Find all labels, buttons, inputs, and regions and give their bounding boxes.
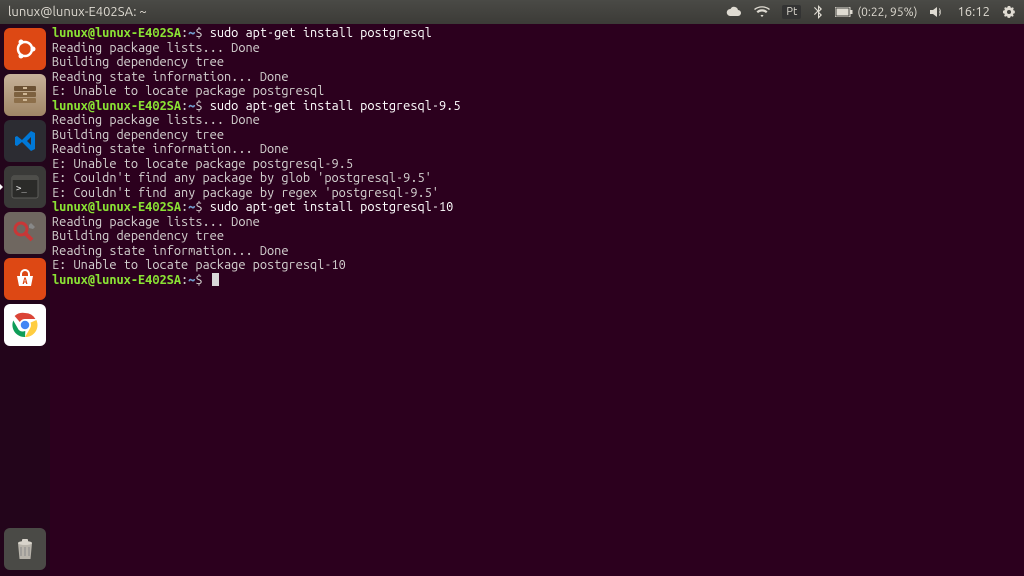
system-gear-icon[interactable] [1002,5,1016,19]
keyboard-layout-indicator[interactable]: Pt [782,5,801,19]
prompt-user: lunux@lunux-E402SA [52,200,181,214]
launcher-vscode[interactable] [4,120,46,162]
cloud-icon[interactable] [726,5,742,19]
terminal-output-line: Building dependency tree [52,128,1022,143]
terminal-output-line: Reading package lists... Done [52,113,1022,128]
terminal-output-line: Reading package lists... Done [52,41,1022,56]
unity-launcher: >_ A [0,24,50,576]
terminal-output-line: E: Unable to locate package postgresql [52,84,1022,99]
prompt-user: lunux@lunux-E402SA [52,273,181,287]
battery-indicator[interactable]: (0:22, 95%) [835,6,917,19]
top-menu-bar: lunux@lunux-E402SA: ~ Pt (0:22, 95%) 16:… [0,0,1024,24]
terminal-line: lunux@lunux-E402SA:~$ sudo apt-get insta… [52,99,1022,114]
launcher-settings[interactable] [4,212,46,254]
terminal-output-line: Reading state information... Done [52,244,1022,259]
bluetooth-icon[interactable] [813,5,823,19]
battery-text: (0:22, 95%) [857,6,917,19]
terminal-line: lunux@lunux-E402SA:~$ sudo apt-get insta… [52,26,1022,41]
launcher-chrome[interactable] [4,304,46,346]
terminal-output-line: Reading package lists... Done [52,215,1022,230]
terminal-output-line: Reading state information... Done [52,70,1022,85]
launcher-ubuntu-dash[interactable] [4,28,46,70]
window-title: lunux@lunux-E402SA: ~ [8,5,147,19]
terminal-output-line: E: Couldn't find any package by regex 'p… [52,186,1022,201]
command-text: sudo apt-get install postgresql [210,26,432,40]
terminal-output-line: E: Unable to locate package postgresql-9… [52,157,1022,172]
volume-icon[interactable] [929,5,945,19]
svg-text:>_: >_ [16,184,27,194]
terminal-output-line: Reading state information... Done [52,142,1022,157]
terminal-output-line: Building dependency tree [52,55,1022,70]
prompt-user: lunux@lunux-E402SA [52,26,181,40]
svg-text:A: A [22,276,27,286]
wifi-icon[interactable] [754,5,770,19]
launcher-trash[interactable] [4,528,46,570]
terminal-line: lunux@lunux-E402SA:~$ sudo apt-get insta… [52,200,1022,215]
launcher-files[interactable] [4,74,46,116]
terminal-window[interactable]: lunux@lunux-E402SA:~$ sudo apt-get insta… [50,24,1024,576]
terminal-output-line: Building dependency tree [52,229,1022,244]
terminal-cursor [212,273,219,286]
command-text: sudo apt-get install postgresql-9.5 [210,99,461,113]
terminal-current-line[interactable]: lunux@lunux-E402SA:~$ [52,273,1022,288]
terminal-output-line: E: Couldn't find any package by glob 'po… [52,171,1022,186]
launcher-software-center[interactable]: A [4,258,46,300]
command-text: sudo apt-get install postgresql-10 [210,200,454,214]
prompt-user: lunux@lunux-E402SA [52,99,181,113]
launcher-terminal[interactable]: >_ [4,166,46,208]
terminal-output-line: E: Unable to locate package postgresql-1… [52,258,1022,273]
clock[interactable]: 16:12 [957,5,990,19]
